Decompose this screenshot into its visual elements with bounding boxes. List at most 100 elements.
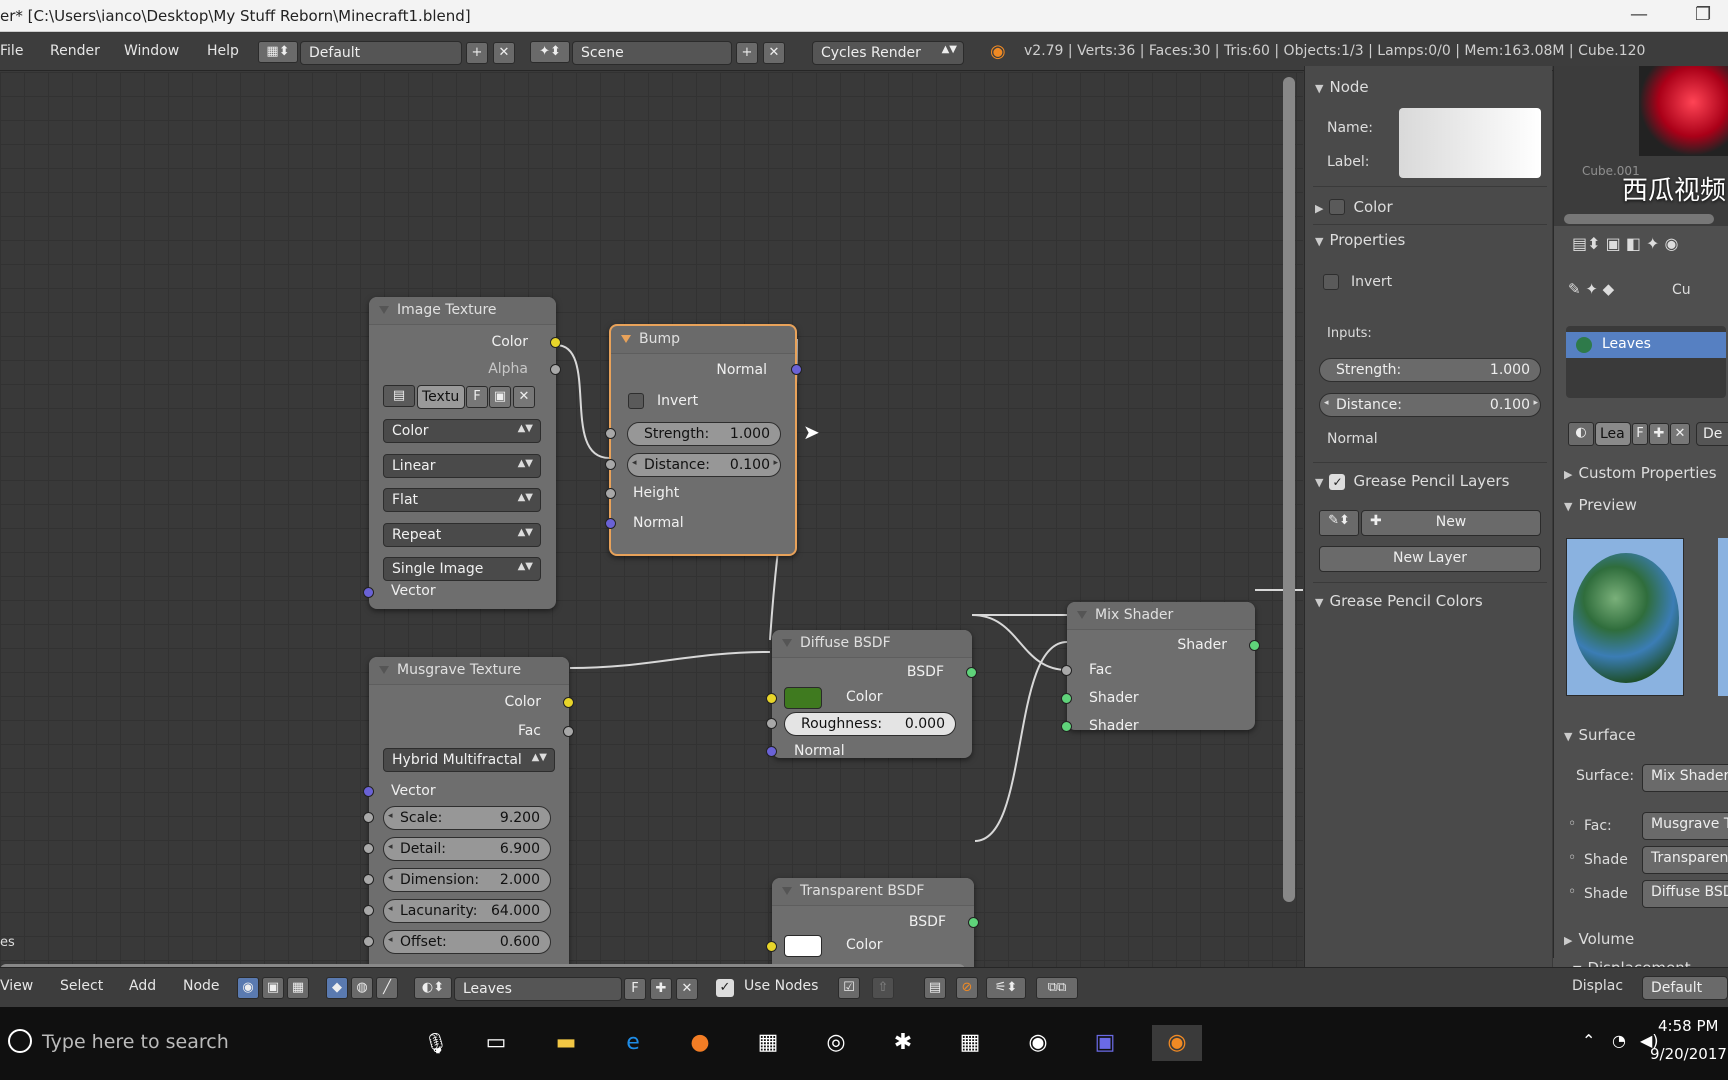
task-view-icon[interactable]: ▭: [478, 1025, 514, 1061]
decrement-arrow-icon[interactable]: ◂: [632, 458, 637, 468]
vertical-scrollbar[interactable]: [1283, 77, 1295, 902]
lacunarity-field[interactable]: ◂ Lacunarity: 64.000: [383, 899, 551, 923]
input-height-socket[interactable]: [605, 488, 616, 499]
input-shader2-socket[interactable]: [1061, 721, 1072, 732]
input-lacunarity-socket[interactable]: [363, 905, 374, 916]
extension-select[interactable]: Repeat ▲▼: [383, 523, 541, 547]
strength-field[interactable]: Strength: 1.000: [1319, 358, 1541, 382]
output-color-socket[interactable]: [550, 337, 561, 348]
gp-layers-header[interactable]: ▼ ✓ Grease Pencil Layers: [1315, 472, 1509, 490]
minimize-button[interactable]: —: [1630, 4, 1648, 25]
maximize-button[interactable]: ❐: [1695, 4, 1711, 25]
shader2-input-select[interactable]: Diffuse BSD: [1642, 880, 1728, 908]
distance-field[interactable]: ◂ Distance: 0.100 ▸: [627, 453, 781, 477]
invert-checkbox[interactable]: [628, 393, 644, 409]
layout-selector-icon[interactable]: ▦⬍: [258, 41, 298, 63]
wifi-icon[interactable]: ◔: [1612, 1031, 1626, 1050]
menu-select[interactable]: Select: [60, 978, 103, 994]
menu-file[interactable]: File: [0, 43, 23, 59]
menu-add[interactable]: Add: [129, 978, 156, 994]
gp-layers-checkbox[interactable]: ✓: [1329, 474, 1346, 490]
diffuse-bsdf-node[interactable]: Diffuse BSDF BSDF Color Roughness: 0.000 …: [766, 630, 977, 759]
compositing-nodes-icon[interactable]: ▣: [262, 977, 284, 999]
decrement-arrow-icon[interactable]: ◂: [388, 873, 393, 883]
input-vector-socket[interactable]: [363, 587, 374, 598]
blender-taskbar-icon[interactable]: ◉: [1152, 1025, 1202, 1061]
app-icon[interactable]: ✱: [885, 1025, 921, 1061]
collapse-icon[interactable]: [379, 666, 389, 674]
node-header[interactable]: Bump: [611, 326, 795, 354]
surface-shader-select[interactable]: Mix Shader: [1642, 764, 1728, 792]
strength-field[interactable]: Strength: 1.000: [627, 422, 781, 446]
collapse-icon[interactable]: [782, 639, 792, 647]
node-panel-header[interactable]: ▼ Node: [1315, 78, 1369, 96]
snap-icon[interactable]: ⇧: [872, 977, 894, 999]
node-header[interactable]: Image Texture: [369, 297, 556, 325]
use-nodes-checkbox[interactable]: ✓: [716, 979, 734, 997]
collapse-icon[interactable]: [782, 887, 792, 895]
node-header[interactable]: Transparent BSDF: [772, 878, 974, 906]
texture-nodes-icon[interactable]: ▦: [287, 977, 309, 999]
distance-field[interactable]: ◂ Distance: 0.100 ▸: [1319, 393, 1541, 417]
outliner-item[interactable]: Cube.001: [1582, 164, 1640, 178]
menu-view[interactable]: View: [0, 978, 33, 994]
menu-help[interactable]: Help: [207, 43, 239, 59]
decrement-arrow-icon[interactable]: ◂: [1324, 398, 1329, 408]
unlink-material-icon[interactable]: ✕: [676, 978, 698, 1000]
fake-user-button[interactable]: F: [624, 978, 646, 1000]
clock-date[interactable]: 9/20/2017: [1650, 1045, 1727, 1063]
input-color-socket[interactable]: [766, 693, 777, 704]
menu-node[interactable]: Node: [183, 978, 220, 994]
input-normal-socket[interactable]: [605, 518, 616, 529]
world-shader-icon[interactable]: ◍: [351, 977, 373, 999]
input-dimension-socket[interactable]: [363, 874, 374, 885]
cortana-icon[interactable]: [8, 1029, 32, 1053]
output-fac-socket[interactable]: [563, 726, 574, 737]
outliner-scrollbar[interactable]: [1564, 214, 1714, 224]
mix-shader-node[interactable]: Mix Shader Shader Fac Shader Shader: [1061, 602, 1260, 734]
new-layer-button[interactable]: New Layer: [1319, 546, 1541, 572]
fake-user-button[interactable]: F: [466, 386, 488, 408]
transparent-bsdf-node[interactable]: Transparent BSDF BSDF Color: [766, 878, 979, 967]
input-fac-socket[interactable]: [1061, 665, 1072, 676]
image-name-field[interactable]: Textu: [417, 385, 465, 409]
decrement-arrow-icon[interactable]: ◂: [388, 935, 393, 945]
remove-scene-icon[interactable]: ✕: [763, 42, 785, 64]
paste-nodes-icon[interactable]: ⧉⧉: [1036, 977, 1078, 999]
node-header[interactable]: Diffuse BSDF: [772, 630, 972, 658]
input-strength-socket[interactable]: [605, 428, 616, 439]
shader2-socket-icon[interactable]: ◦: [1568, 884, 1576, 900]
material-browse-icon[interactable]: ◐: [1568, 422, 1594, 446]
output-normal-socket[interactable]: [791, 364, 802, 375]
detail-field[interactable]: ◂ Detail: 6.900: [383, 837, 551, 861]
shader-nodes-icon[interactable]: ◉: [237, 977, 259, 999]
interpolation-select[interactable]: Linear ▲▼: [383, 454, 541, 478]
decrement-arrow-icon[interactable]: ◂: [388, 811, 393, 821]
output-bsdf-socket[interactable]: [968, 917, 979, 928]
edge-icon[interactable]: e: [615, 1025, 651, 1061]
color-space-select[interactable]: Color ▲▼: [383, 419, 541, 443]
name-label-field[interactable]: [1399, 108, 1541, 178]
microphone-icon[interactable]: 🎙: [418, 1025, 454, 1061]
projection-select[interactable]: Flat ▲▼: [383, 488, 541, 512]
linestyle-shader-icon[interactable]: ╱: [376, 977, 398, 999]
volume-header[interactable]: ▶ Volume: [1564, 930, 1634, 948]
menu-render[interactable]: Render: [50, 43, 100, 59]
node-header[interactable]: Mix Shader: [1067, 602, 1255, 630]
surface-header[interactable]: ▼ Surface: [1564, 726, 1636, 744]
musgrave-type-select[interactable]: Hybrid Multifractal ▲▼: [383, 748, 555, 772]
properties-panel-header[interactable]: ▼ Properties: [1315, 231, 1405, 249]
input-normal-socket[interactable]: [766, 746, 777, 757]
displacement-select[interactable]: Default: [1642, 976, 1728, 1000]
image-browse-icon[interactable]: ▤: [383, 385, 415, 407]
link-icon[interactable]: ⊘: [956, 977, 978, 999]
unlink-image-icon[interactable]: ✕: [513, 386, 535, 408]
material-browse-icon[interactable]: ◐⬍: [414, 977, 452, 999]
custom-props-header[interactable]: ▶ Custom Properties: [1564, 464, 1717, 482]
pin-icon[interactable]: ✎ ✦ ◆: [1568, 280, 1614, 298]
material-name-field[interactable]: Lea: [1595, 422, 1631, 446]
node-editor[interactable]: Image Texture Color Alpha ▤ Textu F ▣ ✕ …: [0, 72, 1303, 967]
search-box[interactable]: Type here to search: [42, 1031, 229, 1053]
material-fake-user[interactable]: F: [1632, 423, 1648, 445]
output-alpha-socket[interactable]: [550, 364, 561, 375]
